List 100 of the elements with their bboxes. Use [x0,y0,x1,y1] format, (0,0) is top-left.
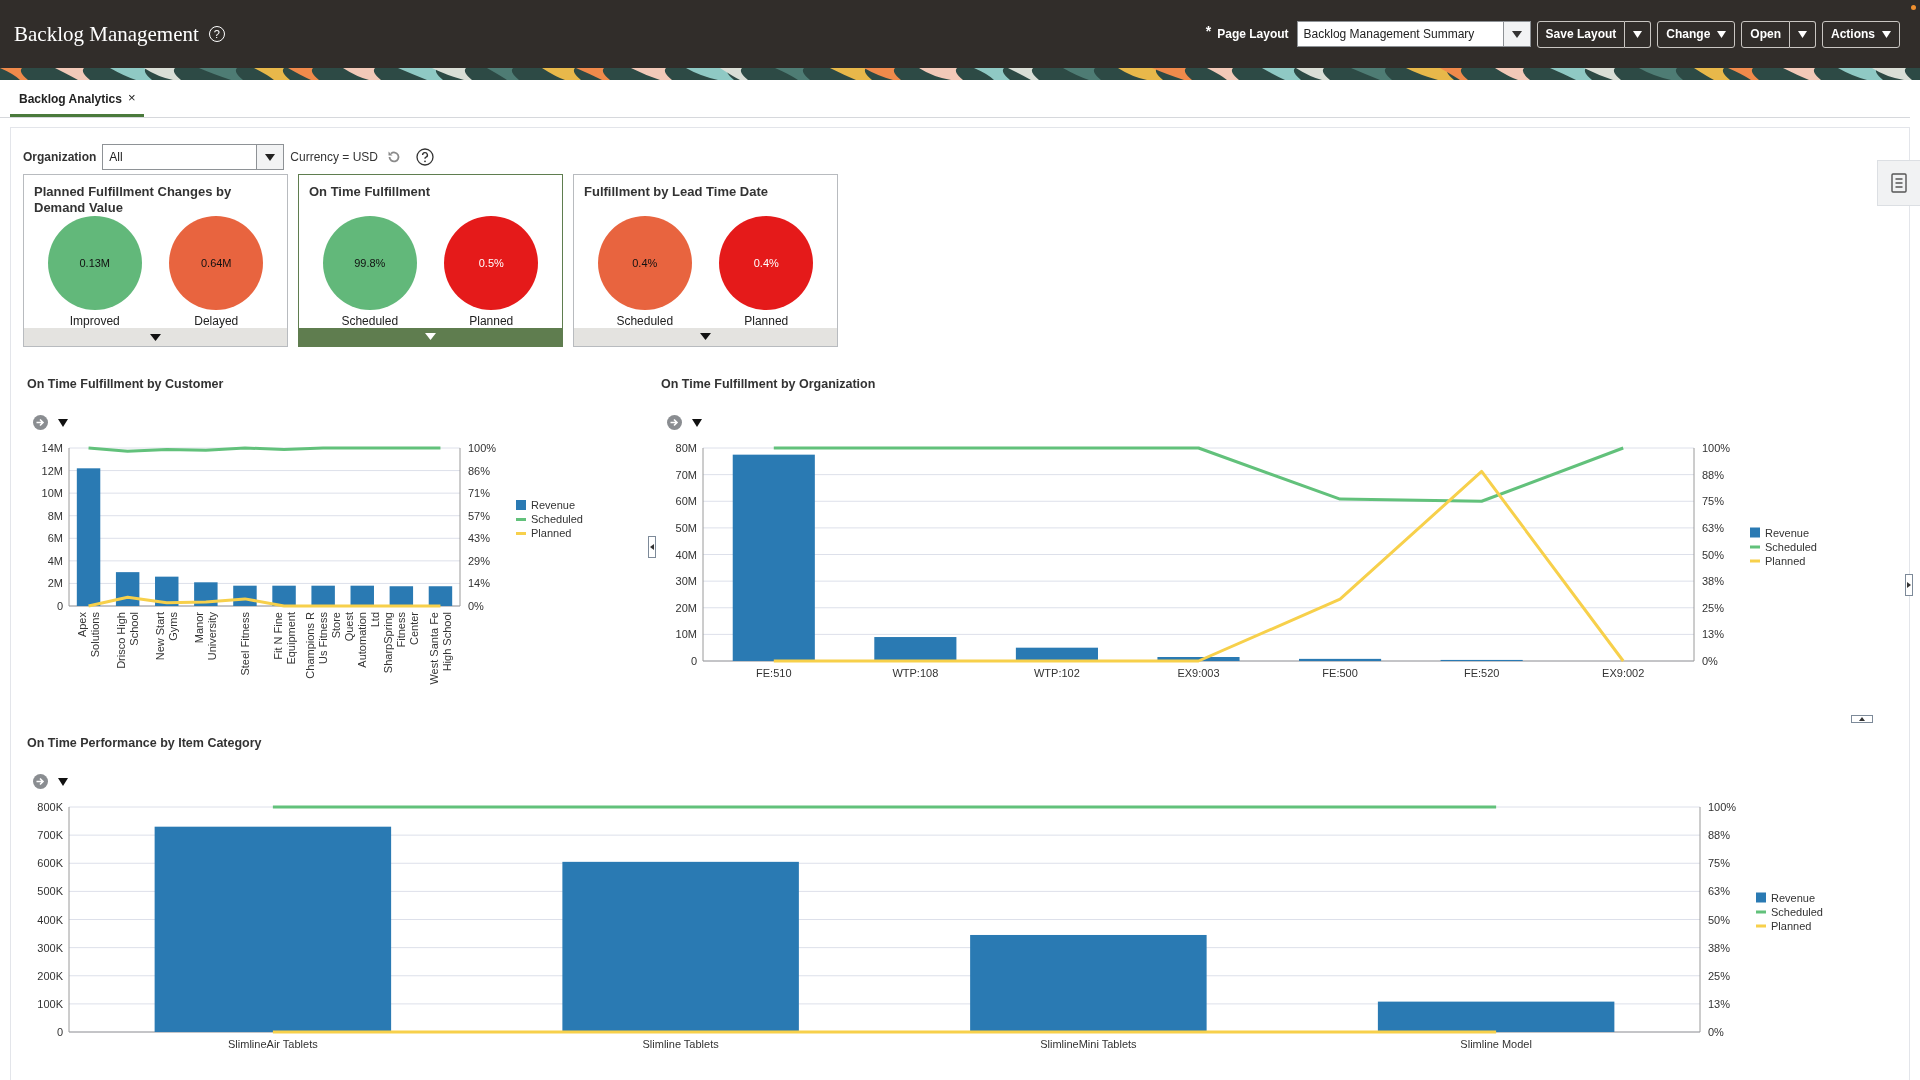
axis-label: 200K [37,969,63,982]
axis-label: 30M [675,575,697,588]
caret-icon[interactable] [58,418,68,427]
axis-label: 70M [675,468,697,481]
axis-label: 300K [37,941,63,954]
legend-label: Revenue [1771,891,1816,904]
axis-label: EX9:003 [1177,667,1220,679]
caret-icon [1717,30,1727,38]
page-layout-select[interactable]: Backlog Management Summary [1296,21,1531,47]
legend-label: Planned [1765,554,1806,567]
axis-label: 700K [37,829,63,842]
menu-button[interactable]: Change [1657,20,1736,48]
tab[interactable]: Backlog Analytics × [10,92,144,117]
chart-bar [311,585,335,606]
axis-label: Drisco High School [115,612,141,669]
axis-label: 29% [468,554,491,567]
axis-label: 12M [41,464,63,477]
panel-toggle[interactable] [1877,160,1920,206]
axis-label: 500K [37,885,63,898]
axis-label: Manor University [193,612,219,661]
caret-icon[interactable] [58,777,68,786]
axis-label: FE:510 [756,667,792,679]
kpi-card[interactable]: Fulfillment by Lead Time Date 0.4% Scheduled 0.4% Planned [573,174,838,347]
axis-label: 50% [1702,548,1725,561]
dropdown-button[interactable] [1625,20,1652,48]
field-label: Page Layout [1217,27,1289,41]
organization-select[interactable]: All [102,144,285,170]
legend-swatch [1750,559,1760,563]
kpi-card[interactable]: Planned Fulfillment Changes by Demand Value 0.13M Improved 0.64M Delayed [23,174,288,347]
axis-label: 13% [1702,628,1725,641]
kpi-bubble[interactable]: 0.4% [597,215,692,310]
axis-label: 600K [37,857,63,870]
axis-label: 80M [675,442,697,454]
axis-label: 71% [468,487,491,500]
kpi-card[interactable]: On Time Fulfillment 99.8% Scheduled 0.5% Planned [298,174,563,347]
legend-swatch [516,532,526,535]
chart-bar [389,586,414,606]
help-icon[interactable] [416,148,435,166]
axis-label: 0% [1708,1026,1724,1038]
axis-label: 63% [1702,521,1725,534]
axis-label: 40M [675,548,697,561]
axis-label: 20M [675,601,697,614]
axis-label: 10M [41,487,63,500]
axis-label: 10M [675,628,697,641]
axis-label: 38% [1702,575,1725,588]
currency-label: Currency = USD [290,150,379,164]
dropdown-button[interactable] [1790,20,1816,48]
kpi-label: Delayed [194,314,239,328]
chart-title: On Time Performance by Item Category [26,736,263,752]
chart-bar [115,572,140,606]
collapse-handle[interactable] [648,536,656,558]
axis-label: 800K [37,801,63,813]
axis-label: 86% [468,464,491,477]
axis-label: 100K [37,997,63,1010]
legend-swatch [1750,527,1760,538]
axis-label: 25% [1702,601,1725,614]
axis-label: 400K [37,913,63,926]
axis-label: 43% [468,532,491,545]
arrow-circle-icon[interactable] [667,415,682,430]
axis-label: 0 [690,655,697,667]
axis-label: 75% [1702,495,1725,508]
arrow-circle-icon[interactable] [33,774,48,789]
axis-label: Slimline Model [1460,1038,1532,1050]
legend-label: Planned [1771,919,1812,932]
expand-bar[interactable] [299,327,562,346]
kpi-label: Scheduled [616,313,674,328]
axis-label: 88% [1702,468,1725,481]
chart-title: On Time Fulfillment by Organization [660,377,877,393]
legend-label: Planned [531,527,572,539]
axis-label: 25% [1708,969,1731,982]
kpi-bubble[interactable]: 0.4% [719,215,814,310]
legend-label: Revenue [531,499,576,511]
caret-icon [1882,30,1891,38]
kpi-bubble[interactable]: 0.64M [169,216,264,310]
axis-label: 0 [56,600,63,612]
arrow-circle-icon[interactable] [33,415,48,430]
kpi-bubble[interactable]: 99.8% [322,215,417,310]
legend-swatch [516,500,526,510]
caret-icon[interactable] [692,418,702,427]
axis-label: SharpSpring Fitness Center [382,612,421,674]
header-button[interactable]: Save Layout [1536,20,1626,48]
collapse-handle[interactable] [1851,715,1873,723]
kpi-label: Planned [469,313,514,328]
chart-bar [155,576,179,606]
kpi-bubble[interactable]: 0.13M [47,216,142,310]
close-icon[interactable]: × [127,92,136,106]
axis-label: 0% [468,600,484,612]
axis-label: 50M [675,521,697,534]
menu-button[interactable]: Actions [1822,20,1900,48]
axis-label: 75% [1708,857,1731,870]
axis-label: Fit N Fine Equipment [271,612,297,665]
legend-label: Revenue [1765,526,1810,539]
expand-handle[interactable] [1905,574,1913,596]
kpi-bubble[interactable]: 0.5% [444,215,539,310]
header-button[interactable]: Open [1741,20,1790,48]
card-title: On Time Fulfillment [308,183,432,201]
axis-label: WTP:108 [892,667,939,679]
axis-label: 2M [47,577,63,590]
axis-label: Apex Solutions [76,612,102,658]
legend-swatch [1756,892,1766,903]
